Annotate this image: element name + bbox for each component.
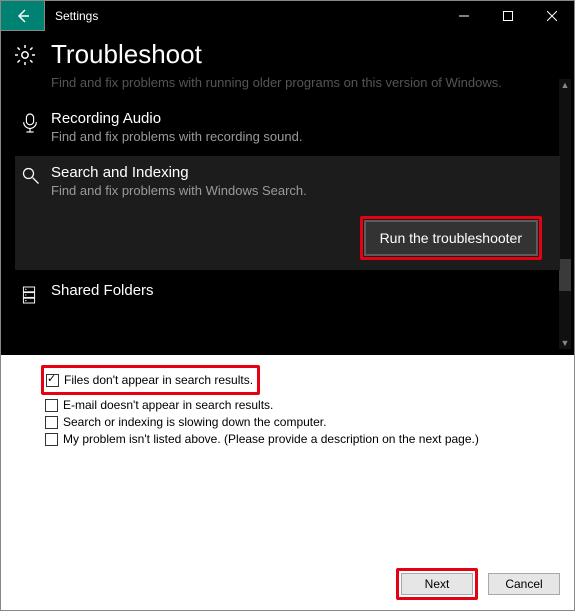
troubleshoot-item-recording-audio[interactable]: Recording Audio Find and fix problems wi… — [15, 102, 560, 152]
next-button[interactable]: Next — [401, 573, 473, 595]
option-label: Search or indexing is slowing down the c… — [63, 415, 326, 429]
search-icon — [21, 164, 51, 198]
settings-pane: Settings Troubleshoot ▲ ▼ — [1, 1, 574, 355]
microphone-icon — [21, 110, 51, 144]
gear-icon — [13, 43, 37, 67]
checkbox-checked-icon[interactable] — [46, 374, 59, 387]
highlight-box: Next — [396, 568, 478, 600]
option-label: My problem isn't listed above. (Please p… — [63, 432, 479, 446]
close-button[interactable] — [530, 1, 574, 31]
server-icon — [21, 282, 51, 306]
page-title: Troubleshoot — [51, 39, 202, 70]
minimize-button[interactable] — [442, 1, 486, 31]
option-not-listed[interactable]: My problem isn't listed above. (Please p… — [45, 432, 552, 446]
button-label: Next — [425, 577, 450, 591]
button-label: Cancel — [505, 577, 542, 591]
item-title: Shared Folders — [51, 282, 554, 299]
highlight-box: Run the troubleshooter — [360, 216, 542, 260]
back-button[interactable] — [1, 1, 45, 31]
run-troubleshooter-button[interactable]: Run the troubleshooter — [364, 220, 538, 256]
item-desc: Find and fix problems with running older… — [51, 75, 554, 90]
option-files-not-appear[interactable]: Files don't appear in search results. — [46, 373, 253, 387]
window-title: Settings — [45, 1, 98, 31]
program-compat-icon — [21, 73, 51, 90]
item-desc: Find and fix problems with Windows Searc… — [51, 183, 554, 198]
option-label: Files don't appear in search results. — [64, 373, 253, 387]
page-header: Troubleshoot — [1, 31, 574, 70]
troubleshoot-list: Find and fix problems with running older… — [1, 79, 574, 355]
option-label: E-mail doesn't appear in search results. — [63, 398, 273, 412]
troubleshoot-item-search-indexing[interactable]: Search and Indexing Find and fix problem… — [15, 156, 560, 270]
cancel-button[interactable]: Cancel — [488, 573, 560, 595]
troubleshoot-item-program-compat[interactable]: Find and fix problems with running older… — [15, 73, 560, 98]
highlight-box: Files don't appear in search results. — [41, 365, 260, 395]
item-title: Search and Indexing — [51, 164, 554, 181]
item-title: Recording Audio — [51, 110, 554, 127]
option-email-not-appear[interactable]: E-mail doesn't appear in search results. — [45, 398, 552, 412]
maximize-button[interactable] — [486, 1, 530, 31]
item-desc: Find and fix problems with recording sou… — [51, 129, 554, 144]
window-frame: Settings Troubleshoot ▲ ▼ — [0, 0, 575, 611]
dialog-footer: Next Cancel — [396, 568, 560, 600]
checkbox-icon[interactable] — [45, 433, 58, 446]
troubleshoot-item-shared-folders[interactable]: Shared Folders — [15, 274, 560, 306]
checkbox-icon[interactable] — [45, 399, 58, 412]
checkbox-icon[interactable] — [45, 416, 58, 429]
titlebar: Settings — [1, 1, 574, 31]
troubleshooter-dialog: Files don't appear in search results. E-… — [1, 355, 574, 610]
option-slowing-down[interactable]: Search or indexing is slowing down the c… — [45, 415, 552, 429]
